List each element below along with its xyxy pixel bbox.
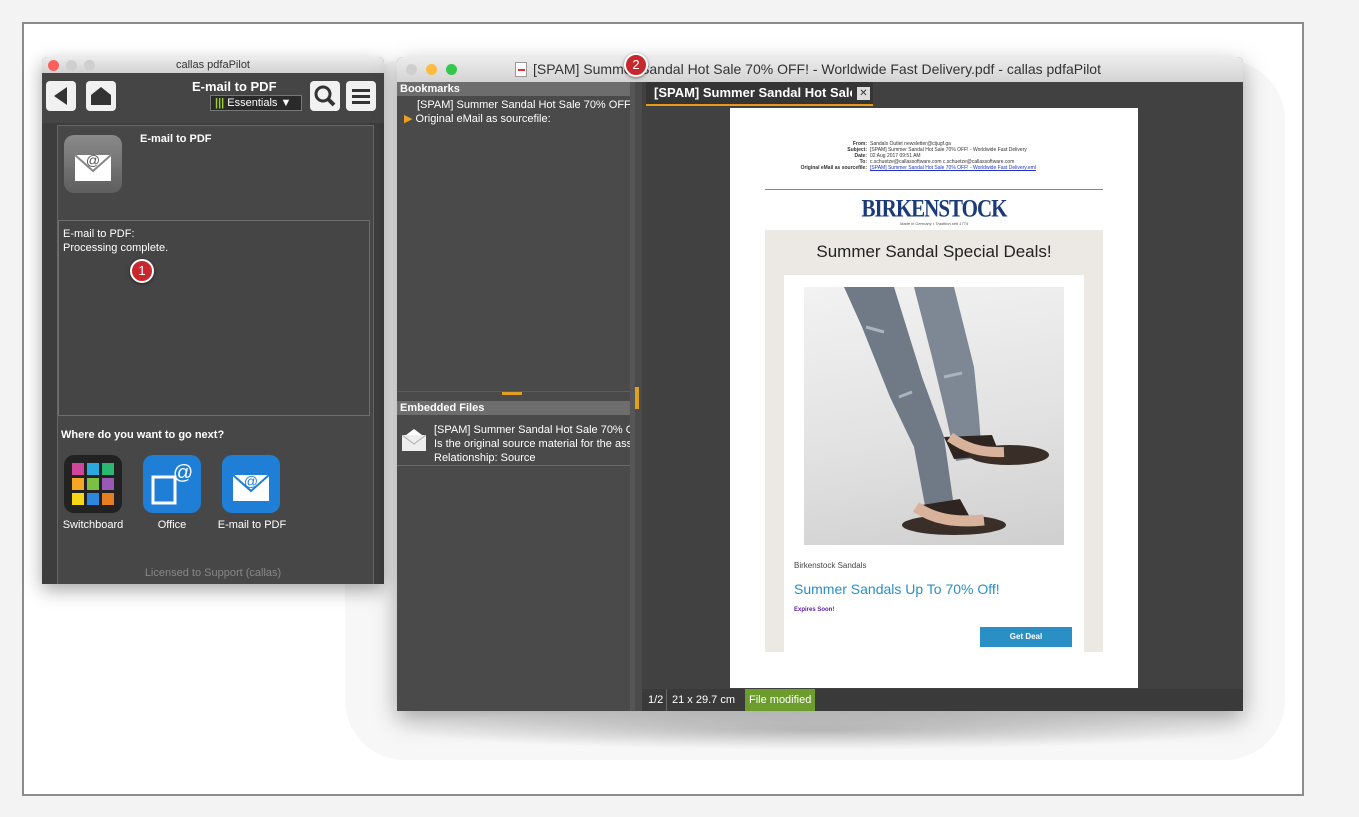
brand-logo: BIRKENSTOCK xyxy=(861,193,1008,223)
product-image xyxy=(804,287,1064,545)
email-envelope-icon: @ xyxy=(232,473,270,501)
bookmark-item[interactable]: ▶ Original eMail as sourcefile: xyxy=(397,112,630,126)
callout-badge-1: 1 xyxy=(130,259,154,283)
search-icon xyxy=(314,85,336,107)
document-area: [SPAM] Summer Sandal Hot Sale 70% OFF! -… xyxy=(642,82,1243,711)
office-app-icon[interactable]: @ xyxy=(143,455,201,513)
app-label-office: Office xyxy=(157,519,187,531)
pdf-page: From: Sandals Outlet newsletter@ctjugf.ga… xyxy=(730,108,1138,688)
promo-headline: Summer Sandal Special Deals! xyxy=(816,242,1052,261)
profile-dropdown[interactable]: ||| Essentials ▼ xyxy=(210,95,302,111)
pane-splitter[interactable] xyxy=(397,391,630,397)
search-button[interactable] xyxy=(310,81,340,111)
switchboard-app-icon[interactable] xyxy=(64,455,122,513)
pdf-file-icon xyxy=(515,62,527,77)
status-bar: 1/2 21 x 29.7 cm File modified xyxy=(642,689,1243,711)
embedded-file-name: [SPAM] Summer Sandal Hot Sale 70% OFF! -… xyxy=(434,424,630,436)
email-to-pdf-app-icon[interactable]: @ xyxy=(222,455,280,513)
hamburger-icon xyxy=(352,89,370,104)
next-prompt: Where do you want to go next? xyxy=(61,429,225,441)
svg-text:@: @ xyxy=(173,462,193,484)
office-icon: @ xyxy=(151,462,193,505)
menu-button[interactable] xyxy=(346,81,376,111)
navigation-sidebar: Bookmarks [SPAM] Summer Sandal Hot Sale … xyxy=(397,82,635,711)
close-icon[interactable] xyxy=(48,60,59,71)
page-indicator: 1/2 xyxy=(648,694,664,706)
tab-close-icon[interactable]: ✕ xyxy=(857,87,870,100)
home-icon xyxy=(91,87,111,105)
tab-label: [SPAM] Summer Sandal Hot Sale 70% OFF! -… xyxy=(654,85,852,100)
sandals-photo xyxy=(844,287,1049,535)
offer-link[interactable]: Summer Sandals Up To 70% Off! xyxy=(794,581,1000,597)
header-divider xyxy=(765,189,1103,190)
essentials-icon: ||| xyxy=(215,97,225,109)
embedded-file-description: Is the original source material for the … xyxy=(434,438,630,450)
svg-text:@: @ xyxy=(86,152,100,168)
promo-block: Summer Sandal Special Deals! Birkenstock… xyxy=(765,230,1103,652)
document-tab[interactable]: [SPAM] Summer Sandal Hot Sale 70% OFF! -… xyxy=(646,82,873,106)
message-line-2: Processing complete. xyxy=(63,242,169,254)
right-titlebar[interactable]: [SPAM] Summer Sandal Hot Sale 70% OFF! -… xyxy=(397,57,1243,82)
close-icon[interactable] xyxy=(406,64,417,75)
message-box: E-mail to PDF: Processing complete. xyxy=(58,220,370,416)
pdfapilot-window: callas pdfaPilot E-mail to PDF ||| Essen… xyxy=(42,57,384,584)
embedded-file-item[interactable]: [SPAM] Summer Sandal Hot Sale 70% OFF! -… xyxy=(434,423,630,465)
page-size: 21 x 29.7 cm xyxy=(672,694,735,706)
window-shadow xyxy=(395,710,1245,750)
profile-label: Essentials xyxy=(227,97,278,109)
embedded-file-relationship: Relationship: Source xyxy=(434,452,536,464)
app-label-switchboard: Switchboard xyxy=(62,519,124,531)
sidebar-resize-handle[interactable] xyxy=(635,387,639,409)
home-button[interactable] xyxy=(86,81,116,111)
get-deal-button[interactable]: Get Deal xyxy=(980,627,1072,647)
back-button[interactable] xyxy=(46,81,76,111)
brand-tagline: Made in Germany • Tradition seit 1774 xyxy=(899,221,969,226)
disclosure-triangle-icon[interactable]: ▶ xyxy=(404,113,412,125)
pdf-viewer-window: [SPAM] Summer Sandal Hot Sale 70% OFF! -… xyxy=(397,57,1243,711)
left-titlebar[interactable]: callas pdfaPilot xyxy=(42,57,384,73)
email-header: From: Sandals Outlet newsletter@ctjugf.ga… xyxy=(800,141,1036,171)
bookmark-item[interactable]: [SPAM] Summer Sandal Hot Sale 70% OFF! -… xyxy=(397,98,630,112)
left-window-title: callas pdfaPilot xyxy=(176,59,250,71)
source-file-link[interactable]: [SPAM] Summer Sandal Hot Sale 70% OFF! -… xyxy=(870,165,1036,171)
zoom-icon[interactable] xyxy=(84,60,95,71)
product-caption: Birkenstock Sandals xyxy=(794,561,867,570)
header-title: E-mail to PDF xyxy=(192,79,277,94)
embedded-files-header: Embedded Files xyxy=(397,401,630,415)
message-line-1: E-mail to PDF: xyxy=(63,228,135,240)
callout-badge-2: 2 xyxy=(624,53,648,77)
expires-notice: Expires Soon! xyxy=(794,607,835,613)
left-toolbar: E-mail to PDF ||| Essentials ▼ xyxy=(42,73,384,123)
minimize-icon[interactable] xyxy=(66,60,77,71)
svg-text:@: @ xyxy=(244,473,258,489)
product-card: Birkenstock Sandals Summer Sandals Up To… xyxy=(784,275,1084,652)
email-file-icon xyxy=(400,427,428,453)
minimize-icon[interactable] xyxy=(426,64,437,75)
bookmark-label: Original eMail as sourcefile: xyxy=(415,113,551,125)
bookmarks-header: Bookmarks xyxy=(397,82,630,96)
tool-name: E-mail to PDF xyxy=(140,133,212,145)
zoom-icon[interactable] xyxy=(446,64,457,75)
back-arrow-icon xyxy=(54,87,67,105)
email-tool-icon: @ xyxy=(64,135,122,193)
license-text: Licensed to Support (callas) xyxy=(144,567,282,579)
file-modified-badge: File modified xyxy=(745,689,816,711)
chevron-down-icon: ▼ xyxy=(280,97,292,109)
switchboard-grid-icon xyxy=(72,463,114,505)
app-label-email-to-pdf: E-mail to PDF xyxy=(217,519,287,531)
